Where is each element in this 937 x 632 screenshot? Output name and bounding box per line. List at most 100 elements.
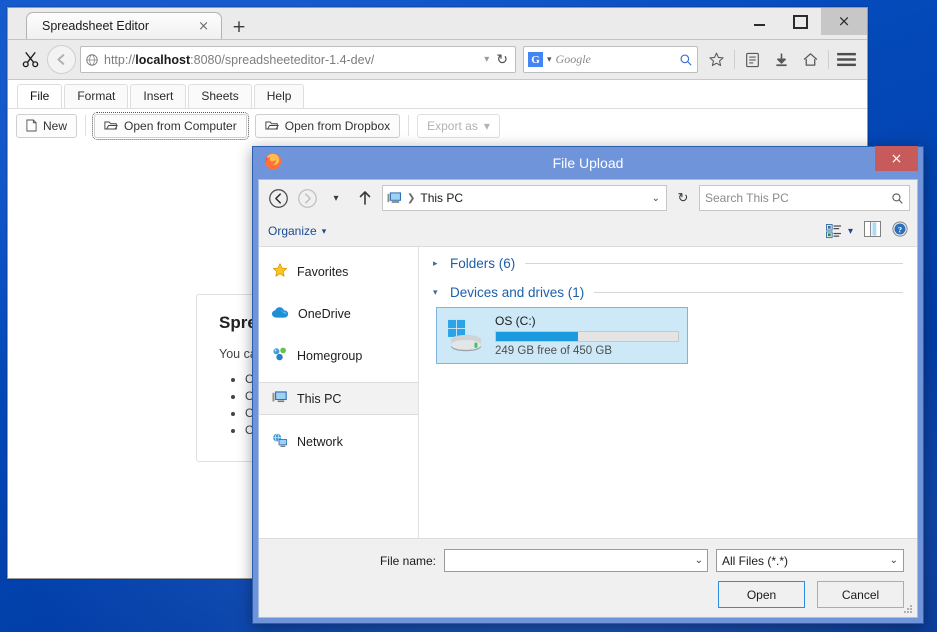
sidebar-item-onedrive[interactable]: OneDrive xyxy=(259,298,418,329)
scissors-icon[interactable] xyxy=(15,50,45,69)
file-name-label: File name: xyxy=(379,553,436,568)
dialog-footer: File name: ⌄ All Files (*.*) ⌄ Open Canc… xyxy=(259,538,917,617)
app-menu-bar: File Format Insert Sheets Help xyxy=(8,80,867,109)
dialog-titlebar[interactable]: File Upload × xyxy=(258,146,918,179)
url-dropdown-icon[interactable]: ▾ xyxy=(484,54,489,65)
up-one-level-button[interactable] xyxy=(353,186,377,210)
dialog-body: ▾ ❯ This PC ⌄ ↻ Search This PC Organize … xyxy=(258,179,918,618)
dialog-buttons: Open Cancel xyxy=(272,581,904,608)
search-input[interactable]: Google xyxy=(556,52,675,67)
computer-icon xyxy=(387,192,402,203)
file-name-input[interactable]: ⌄ xyxy=(444,549,708,572)
menu-item-sheets[interactable]: Sheets xyxy=(188,84,252,108)
drive-item-os-c[interactable]: OS (C:) 249 GB free of 450 GB xyxy=(436,307,688,364)
download-arrow-icon[interactable] xyxy=(768,46,795,73)
url-text: http://localhost:8080/spreadsheeteditor-… xyxy=(104,53,374,67)
url-bar[interactable]: http://localhost:8080/spreadsheeteditor-… xyxy=(80,46,516,73)
tab-close-icon[interactable]: × xyxy=(192,19,215,34)
maximize-button[interactable] xyxy=(780,8,821,35)
help-button[interactable]: ? xyxy=(892,220,908,242)
toolbar-separator-2 xyxy=(408,115,410,136)
chevron-right-icon[interactable]: ▸ xyxy=(433,258,443,269)
computer-icon xyxy=(272,390,288,408)
drive-usage-fill xyxy=(496,332,578,341)
dialog-back-button[interactable] xyxy=(266,186,290,210)
open-from-computer-button[interactable]: Open from Computer xyxy=(92,111,249,140)
preview-pane-button[interactable] xyxy=(864,220,881,242)
open-button[interactable]: Open xyxy=(718,581,805,608)
sidebar-item-homegroup[interactable]: Homegroup xyxy=(259,340,418,371)
file-type-select[interactable]: All Files (*.*) ⌄ xyxy=(716,549,904,572)
maximize-icon xyxy=(793,14,808,29)
search-bar[interactable]: G ▾ Google xyxy=(523,46,698,73)
toolbar-separator xyxy=(85,115,87,136)
breadcrumb[interactable]: ❯ This PC ⌄ xyxy=(382,185,667,211)
svg-text:?: ? xyxy=(898,224,902,234)
sidebar-item-network[interactable]: Network xyxy=(259,426,418,457)
help-icon: ? xyxy=(892,220,908,237)
chevron-down-icon: ▾ xyxy=(321,225,327,236)
dialog-main: Favorites OneDrive Homegroup This PC Net… xyxy=(259,247,917,538)
group-rule xyxy=(525,263,903,264)
url-path: :8080/spreadsheeteditor-1.4-dev/ xyxy=(190,52,375,67)
url-host: localhost xyxy=(135,52,191,67)
network-icon xyxy=(272,432,288,451)
dialog-address-bar: ▾ ❯ This PC ⌄ ↻ Search This PC xyxy=(259,180,917,216)
menu-item-file[interactable]: File xyxy=(17,84,63,108)
search-engine-caret[interactable]: ▾ xyxy=(547,54,552,65)
search-icon xyxy=(680,53,692,66)
sidebar-item-favorites[interactable]: Favorites xyxy=(259,256,418,287)
chevron-down-icon[interactable]: ⌄ xyxy=(890,555,898,566)
toolbar-divider-2 xyxy=(828,50,829,69)
new-button-label: New xyxy=(43,118,68,133)
group-title: Devices and drives (1) xyxy=(450,285,585,300)
window-close-button[interactable]: × xyxy=(821,8,867,35)
chevron-down-icon[interactable]: ▾ xyxy=(433,287,443,298)
recent-locations-caret[interactable]: ▾ xyxy=(324,186,348,210)
close-icon: × xyxy=(837,12,851,30)
folder-open-icon-2 xyxy=(265,121,279,130)
sidebar-item-label: OneDrive xyxy=(298,306,351,321)
breadcrumb-dropdown-icon[interactable]: ⌄ xyxy=(652,193,662,204)
google-logo-icon: G xyxy=(528,52,543,67)
resize-grip[interactable] xyxy=(904,605,913,614)
browser-tab[interactable]: Spreadsheet Editor × xyxy=(26,12,222,39)
star-icon[interactable] xyxy=(703,46,730,73)
reload-icon[interactable]: ↻ xyxy=(496,51,508,68)
minimize-button[interactable] xyxy=(739,8,780,35)
change-view-button[interactable]: ▾ xyxy=(826,223,853,239)
dialog-search-box[interactable]: Search This PC xyxy=(699,185,910,211)
close-icon: × xyxy=(890,150,903,167)
menu-item-help[interactable]: Help xyxy=(253,84,305,108)
hard-drive-icon xyxy=(445,319,486,353)
new-button[interactable]: New xyxy=(16,113,78,138)
hamburger-menu-icon[interactable] xyxy=(833,46,860,73)
file-type-value: All Files (*.*) xyxy=(722,553,789,568)
menu-item-insert[interactable]: Insert xyxy=(130,84,187,108)
window-controls: × xyxy=(739,8,867,39)
sidebar-item-this-pc[interactable]: This PC xyxy=(259,382,418,415)
organize-button[interactable]: Organize ▾ xyxy=(268,224,326,238)
view-list-icon xyxy=(826,223,841,238)
star-icon xyxy=(272,262,288,281)
group-rule xyxy=(594,292,903,293)
search-icon xyxy=(892,192,903,204)
sidebar-item-label: Network xyxy=(297,434,343,449)
file-name-row: File name: ⌄ All Files (*.*) ⌄ xyxy=(272,549,904,572)
group-header-devices[interactable]: ▾ Devices and drives (1) xyxy=(433,285,903,300)
cancel-button[interactable]: Cancel xyxy=(817,581,904,608)
dialog-close-button[interactable]: × xyxy=(875,146,918,171)
open-from-dropbox-button[interactable]: Open from Dropbox xyxy=(254,113,401,138)
sidebar-item-label: Homegroup xyxy=(297,348,363,363)
home-icon[interactable] xyxy=(797,46,824,73)
search-input[interactable]: Search This PC xyxy=(705,191,891,205)
group-header-folders[interactable]: ▸ Folders (6) xyxy=(433,256,903,271)
refresh-button[interactable]: ↻ xyxy=(672,186,694,210)
back-button[interactable] xyxy=(47,45,76,74)
menu-item-format[interactable]: Format xyxy=(64,84,129,108)
browser-titlebar: Spreadsheet Editor × + × xyxy=(8,8,867,39)
chevron-down-icon[interactable]: ⌄ xyxy=(695,555,703,566)
reader-list-icon[interactable] xyxy=(739,46,766,73)
new-tab-button[interactable]: + xyxy=(226,14,252,39)
firefox-logo-icon xyxy=(263,151,283,176)
